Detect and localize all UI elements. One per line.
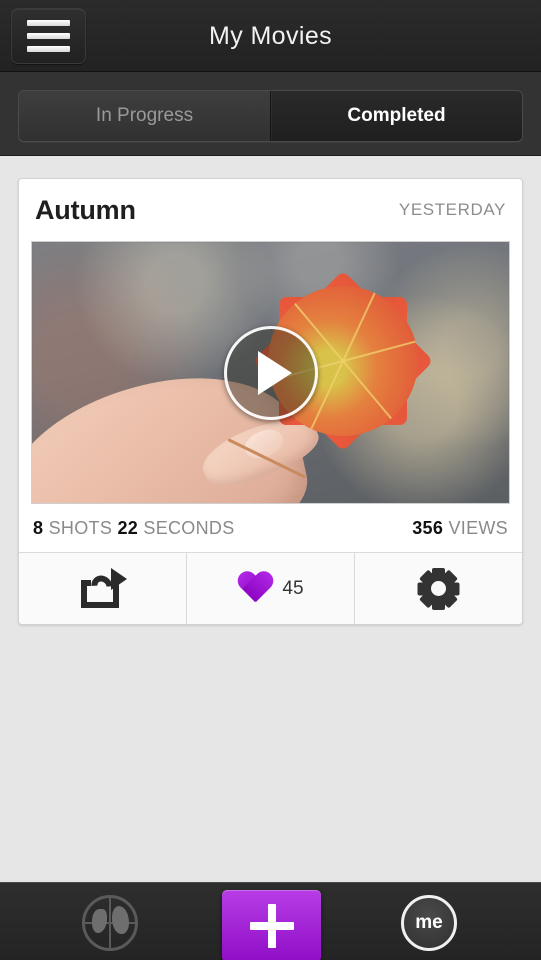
heart-icon [237,572,273,605]
gear-hole [431,581,446,596]
plus-icon-horizontal [249,922,294,930]
share-button[interactable] [19,553,186,624]
movie-stats: 8 SHOTS 22 SECONDS 356 VIEWS [19,504,522,552]
globe-icon[interactable] [82,895,138,951]
like-count: 45 [282,577,304,599]
movie-card[interactable]: Autumn YESTERDAY 8 SHOTS 22 SECONDS 356 … [18,178,523,625]
app-screen: My Movies In Progress Completed Autumn Y… [0,0,541,960]
segmented-control: In Progress Completed [18,90,523,142]
settings-button[interactable] [354,553,522,624]
tab-bar: In Progress Completed [0,72,541,156]
app-header: My Movies [0,0,541,72]
seconds-value: 22 [117,517,139,538]
share-box-top [80,579,91,586]
stats-left: 8 SHOTS 22 SECONDS [33,518,235,539]
profile-button[interactable]: me [401,895,457,951]
card-action-bar: 45 [19,552,522,624]
page-title: My Movies [208,22,333,50]
movie-title: Autumn [35,194,136,225]
bottom-nav: me [0,882,541,960]
play-triangle [257,350,292,395]
movie-date: YESTERDAY [398,200,506,219]
views-value: 356 [412,517,444,538]
add-movie-button[interactable] [222,890,321,960]
shots-label: SHOTS [48,517,113,538]
stats-right: 356 VIEWS [412,518,508,539]
views-label: VIEWS [448,517,508,538]
tab-in-progress[interactable]: In Progress [19,91,270,141]
like-button[interactable]: 45 [186,553,354,624]
gear-icon [417,567,460,610]
globe-ring [82,895,138,951]
share-arrow [110,567,127,590]
shots-value: 8 [33,517,44,538]
share-icon [80,567,127,608]
seconds-label: SECONDS [143,517,235,538]
movie-card-header: Autumn YESTERDAY [19,179,522,241]
movie-thumbnail[interactable] [31,241,510,504]
tab-completed[interactable]: Completed [270,91,522,141]
play-icon[interactable] [223,325,318,420]
